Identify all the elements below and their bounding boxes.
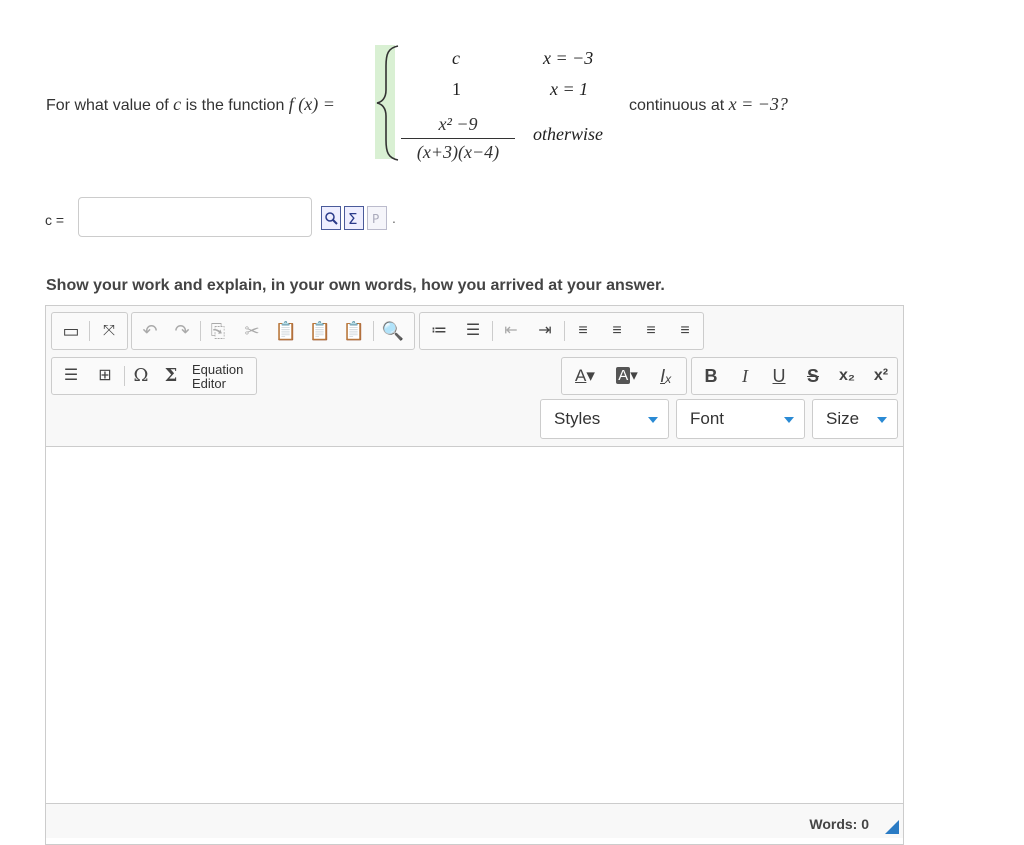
editor-content-area[interactable]	[46, 447, 903, 803]
horizontal-line-icon[interactable]: ☰	[56, 358, 86, 394]
question-variable: c	[173, 94, 182, 114]
superscript-icon[interactable]: x²	[866, 358, 896, 394]
background-color-icon[interactable]: A ▾	[608, 358, 646, 394]
bold-icon[interactable]: B	[696, 358, 726, 394]
styles-dropdown[interactable]: Styles	[540, 399, 669, 439]
paste-text-icon[interactable]: 📋	[306, 313, 334, 349]
word-count: Words: 0	[809, 816, 869, 832]
preview-icon[interactable]	[321, 206, 341, 230]
font-label: Font	[690, 409, 725, 428]
question-prefix: For what value of	[46, 97, 174, 114]
pdf-icon[interactable]: P	[367, 206, 387, 230]
italic-icon[interactable]: I	[730, 358, 760, 394]
resize-handle-icon[interactable]	[885, 820, 899, 834]
toolbar-group-colors: A▾ A ▾ Iₓ	[561, 357, 687, 395]
text-color-icon[interactable]: A▾	[566, 358, 604, 394]
answer-input[interactable]	[78, 197, 312, 237]
styles-label: Styles	[554, 409, 601, 428]
toolbar-group-lists: ≔ ☰ ⇤ ⇥ ≡ ≡ ≡ ≡	[419, 312, 704, 350]
svg-text:P: P	[372, 212, 379, 226]
editor-status-bar: Words: 0	[46, 803, 903, 838]
function-lhs: f (x) =	[288, 94, 335, 114]
case-condition-2: x = 1	[550, 79, 589, 99]
question-text: For what value of c is the function f (x…	[46, 94, 335, 115]
toolbar-group-insert: ☰ ⊞ Ω Σ Equation Editor	[51, 357, 257, 395]
answer-trailing-period: .	[392, 210, 396, 226]
toolbar-group-edit: ↶ ↷ ⎘ ✂ 📋 📋 📋 🔍	[131, 312, 415, 350]
strikethrough-icon[interactable]: S	[798, 358, 828, 394]
align-justify-icon[interactable]: ≡	[670, 313, 700, 349]
svg-text:Σ: Σ	[348, 210, 357, 228]
redo-icon[interactable]: ↷	[168, 313, 196, 349]
equation-editor-button[interactable]: Equation Editor	[192, 363, 243, 391]
answer-label: c =	[45, 212, 65, 228]
toolbar-group-view: ▭ ⤧	[51, 312, 128, 350]
size-dropdown[interactable]: Size	[812, 399, 898, 439]
table-icon[interactable]: ⊞	[90, 358, 120, 394]
question-suffix: continuous at x = −3?	[629, 94, 788, 115]
case-value-1: c	[452, 48, 460, 68]
find-icon[interactable]: 🔍	[378, 313, 408, 349]
case-value-2: 1	[452, 79, 461, 99]
case-value-3-fraction: x² −9 (x+3)(x−4)	[401, 112, 515, 163]
paste-word-icon[interactable]: 📋	[340, 313, 368, 349]
paste-icon[interactable]: 📋	[272, 313, 300, 349]
equation-editor-label-1: Equation	[192, 362, 244, 377]
increase-indent-icon[interactable]: ⇥	[530, 313, 560, 349]
fraction-numerator: x² −9	[438, 114, 478, 134]
decrease-indent-icon[interactable]: ⇤	[496, 313, 526, 349]
numbered-list-icon[interactable]: ≔	[424, 313, 454, 349]
question-suffix-math: x = −3?	[728, 94, 788, 114]
work-prompt: Show your work and explain, in your own …	[46, 277, 665, 294]
align-left-icon[interactable]: ≡	[568, 313, 598, 349]
underline-icon[interactable]: U	[764, 358, 794, 394]
special-char-icon[interactable]: Ω	[128, 358, 154, 394]
cut-icon[interactable]: ✂	[238, 313, 266, 349]
undo-icon[interactable]: ↶	[136, 313, 164, 349]
case-condition-1: x = −3	[543, 48, 594, 68]
chevron-down-icon	[877, 417, 887, 423]
chevron-down-icon	[648, 417, 658, 423]
subscript-icon[interactable]: x₂	[832, 358, 862, 394]
case-condition-3: otherwise	[533, 124, 603, 144]
align-center-icon[interactable]: ≡	[602, 313, 632, 349]
chevron-down-icon	[784, 417, 794, 423]
align-right-icon[interactable]: ≡	[636, 313, 666, 349]
equation-editor-label-2: Editor	[192, 376, 226, 391]
show-blocks-icon[interactable]: ▭	[56, 313, 86, 349]
maximize-icon[interactable]: ⤧	[94, 313, 124, 349]
left-brace	[376, 45, 399, 161]
copy-icon[interactable]: ⎘	[204, 313, 232, 349]
size-label: Size	[826, 409, 860, 428]
fraction-denominator: (x+3)(x−4)	[416, 142, 500, 162]
equation-icon[interactable]: Σ	[344, 206, 364, 230]
question-prefix-2: is the function	[181, 97, 289, 114]
bulleted-list-icon[interactable]: ☰	[458, 313, 488, 349]
remove-format-icon[interactable]: Iₓ	[650, 358, 682, 394]
toolbar-group-formatting: B I U S x₂ x²	[691, 357, 898, 395]
font-dropdown[interactable]: Font	[676, 399, 805, 439]
sigma-icon[interactable]: Σ	[158, 358, 184, 394]
question-suffix-text: continuous at	[629, 97, 729, 114]
fraction-bar	[401, 138, 515, 139]
